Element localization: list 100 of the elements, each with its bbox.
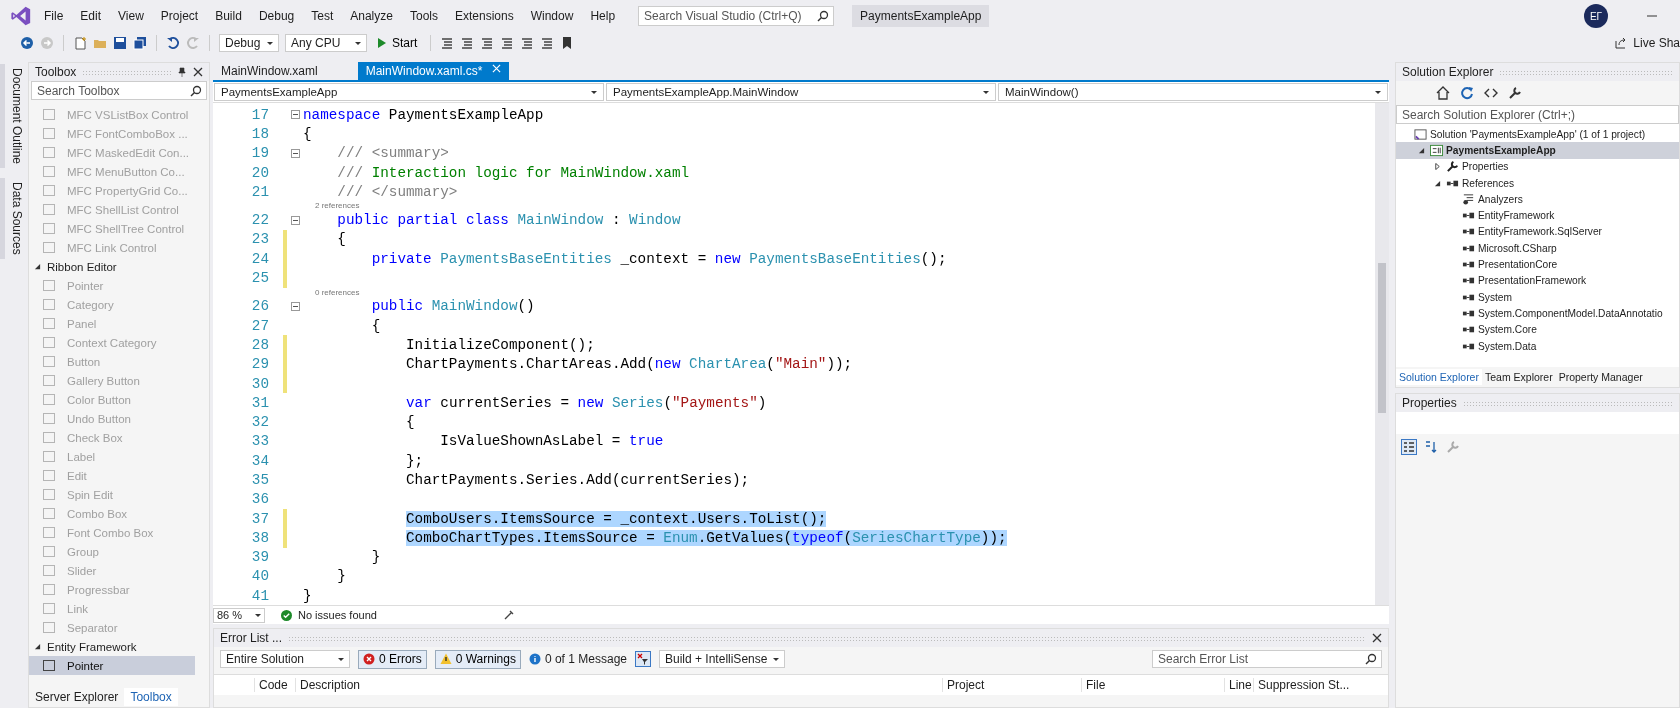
codelens-text[interactable]: 2 references (315, 202, 360, 211)
collapse-icon[interactable] (291, 148, 300, 158)
tree-item[interactable]: References (1396, 174, 1679, 192)
toolbox-group-header[interactable]: Entity Framework (29, 637, 209, 656)
error-search-field[interactable]: Search Error List (1152, 650, 1382, 668)
menu-item[interactable]: Tools (409, 9, 438, 23)
collapsed-arrow-icon[interactable] (1434, 163, 1441, 171)
menu-item[interactable]: Help (590, 9, 616, 23)
toolbar-tool-icon[interactable] (500, 36, 515, 50)
save-all-icon[interactable] (133, 36, 147, 50)
account-avatar[interactable]: ЕГ (1584, 4, 1608, 28)
play-icon (377, 38, 387, 48)
toolbar-tool-icon[interactable] (540, 36, 555, 50)
menu-item[interactable]: Test (311, 9, 334, 23)
expanded-arrow-icon[interactable] (1434, 179, 1441, 187)
tree-item[interactable]: Analyzers (1396, 191, 1679, 208)
configuration-dropdown[interactable]: Debug (219, 34, 279, 52)
window-tab[interactable]: Server Explorer (29, 688, 125, 706)
window-tab[interactable]: Toolbox (124, 688, 178, 706)
column-header[interactable]: Suppression St... (1253, 678, 1350, 692)
brush-icon[interactable] (502, 609, 515, 621)
scope-dropdown[interactable]: Entire Solution (220, 650, 350, 668)
tree-item[interactable]: System.Data (1396, 337, 1679, 355)
scrollbar[interactable] (1375, 103, 1389, 605)
toolbox-group-header[interactable]: Ribbon Editor (29, 257, 209, 276)
filter-icon[interactable] (635, 651, 651, 667)
tree-item[interactable]: PresentationCore (1396, 256, 1679, 273)
control-icon (43, 318, 55, 329)
source-dropdown[interactable]: Build + IntelliSense (659, 650, 785, 668)
new-item-icon[interactable] (73, 36, 87, 50)
tree-item[interactable]: System.Core (1396, 321, 1679, 338)
search-field[interactable]: Search Visual Studio (Ctrl+Q) (638, 6, 835, 26)
categorized-icon[interactable] (1402, 440, 1416, 454)
messages-filter-button[interactable]: 0 of 1 Message (528, 652, 627, 666)
collapse-icon[interactable] (291, 215, 300, 225)
column-header[interactable]: Project (942, 678, 1081, 692)
pin-icon[interactable] (177, 67, 187, 77)
issues-status[interactable]: No issues found (298, 609, 377, 621)
zoom-dropdown[interactable]: 86 % (213, 607, 265, 623)
window-tab[interactable]: Team Explorer (1481, 369, 1556, 385)
home-icon[interactable] (1436, 86, 1450, 100)
expanded-arrow-icon[interactable] (34, 643, 41, 650)
expanded-arrow-icon[interactable] (1418, 146, 1425, 154)
document-tab[interactable]: MainWindow.xaml.cs* (357, 62, 510, 80)
menu-item[interactable]: View (118, 9, 144, 23)
close-icon[interactable] (1372, 633, 1382, 643)
live-share-button[interactable]: Live Sha (1614, 36, 1680, 50)
tree-item[interactable]: PaymentsExampleApp (1396, 142, 1679, 159)
tree-item[interactable]: EntityFramework (1396, 207, 1679, 224)
tree-item[interactable]: PresentationFramework (1396, 272, 1679, 289)
back-icon[interactable] (20, 36, 34, 50)
toolbar-tool-icon[interactable] (520, 36, 535, 50)
control-list-item[interactable]: Pointer (29, 656, 195, 675)
menu-item[interactable]: Project (160, 9, 199, 23)
tree-item[interactable]: System.ComponentModel.DataAnnotatio (1396, 305, 1679, 322)
menu-item[interactable]: Edit (80, 9, 102, 23)
save-icon[interactable] (113, 36, 127, 50)
refresh-icon[interactable] (1460, 86, 1474, 100)
platform-dropdown[interactable]: Any CPU (285, 34, 367, 52)
start-button[interactable]: Start (373, 36, 422, 50)
warnings-filter-button[interactable]: 0 Warnings (434, 649, 521, 669)
window-tab[interactable]: Property Manager (1555, 369, 1646, 385)
navigation-dropdown[interactable]: PaymentsExampleApp (214, 83, 604, 101)
toolbar-tool-icon[interactable] (480, 36, 495, 50)
codelens-text[interactable]: 0 references (315, 288, 360, 297)
search-icon (1365, 653, 1377, 665)
sort-icon[interactable] (1424, 440, 1438, 454)
toolbar-tool-icon[interactable] (440, 36, 455, 50)
document-tab[interactable]: MainWindow.xaml (213, 62, 326, 80)
column-header[interactable]: Line (1224, 678, 1253, 692)
control-icon (43, 204, 55, 215)
close-icon[interactable] (193, 67, 203, 77)
tree-item[interactable]: EntityFramework.SqlServer (1396, 223, 1679, 241)
toolbox-search-field[interactable]: Search Toolbox (31, 81, 207, 100)
column-header[interactable]: Code (254, 678, 295, 692)
column-header[interactable]: File (1081, 678, 1224, 692)
column-header[interactable]: Description (295, 678, 942, 692)
menu-item[interactable]: Analyze (350, 9, 393, 23)
undo-icon[interactable] (166, 36, 180, 50)
errors-filter-button[interactable]: 0 Errors (358, 649, 427, 669)
line-number: 20 (250, 164, 269, 181)
collapse-icon[interactable] (291, 110, 300, 120)
code-view-icon[interactable] (1484, 86, 1498, 100)
toolbar-tool-icon[interactable] (460, 36, 475, 50)
wrench-icon[interactable] (1508, 86, 1522, 100)
navigation-dropdown[interactable]: MainWindow() (998, 83, 1388, 101)
menu-item[interactable]: Build (215, 9, 242, 23)
menu-item[interactable]: File (44, 9, 64, 23)
tree-item[interactable]: Solution 'PaymentsExampleApp' (1 of 1 project) (1396, 126, 1679, 143)
tree-item[interactable]: System (1396, 288, 1679, 306)
menu-item[interactable]: Debug (258, 9, 295, 23)
navigation-dropdown[interactable]: PaymentsExampleApp.MainWindow (606, 83, 996, 101)
menu-item[interactable]: Extensions (455, 9, 514, 23)
collapse-icon[interactable] (291, 301, 300, 311)
expanded-arrow-icon[interactable] (34, 263, 41, 270)
tree-item[interactable]: Microsoft.CSharp (1396, 240, 1679, 257)
menu-item[interactable]: Window (530, 9, 574, 23)
tree-item[interactable]: Properties (1396, 158, 1679, 175)
solution-search-field[interactable]: Search Solution Explorer (Ctrl+;) (1396, 105, 1679, 124)
window-tab[interactable]: Solution Explorer (1396, 369, 1482, 385)
